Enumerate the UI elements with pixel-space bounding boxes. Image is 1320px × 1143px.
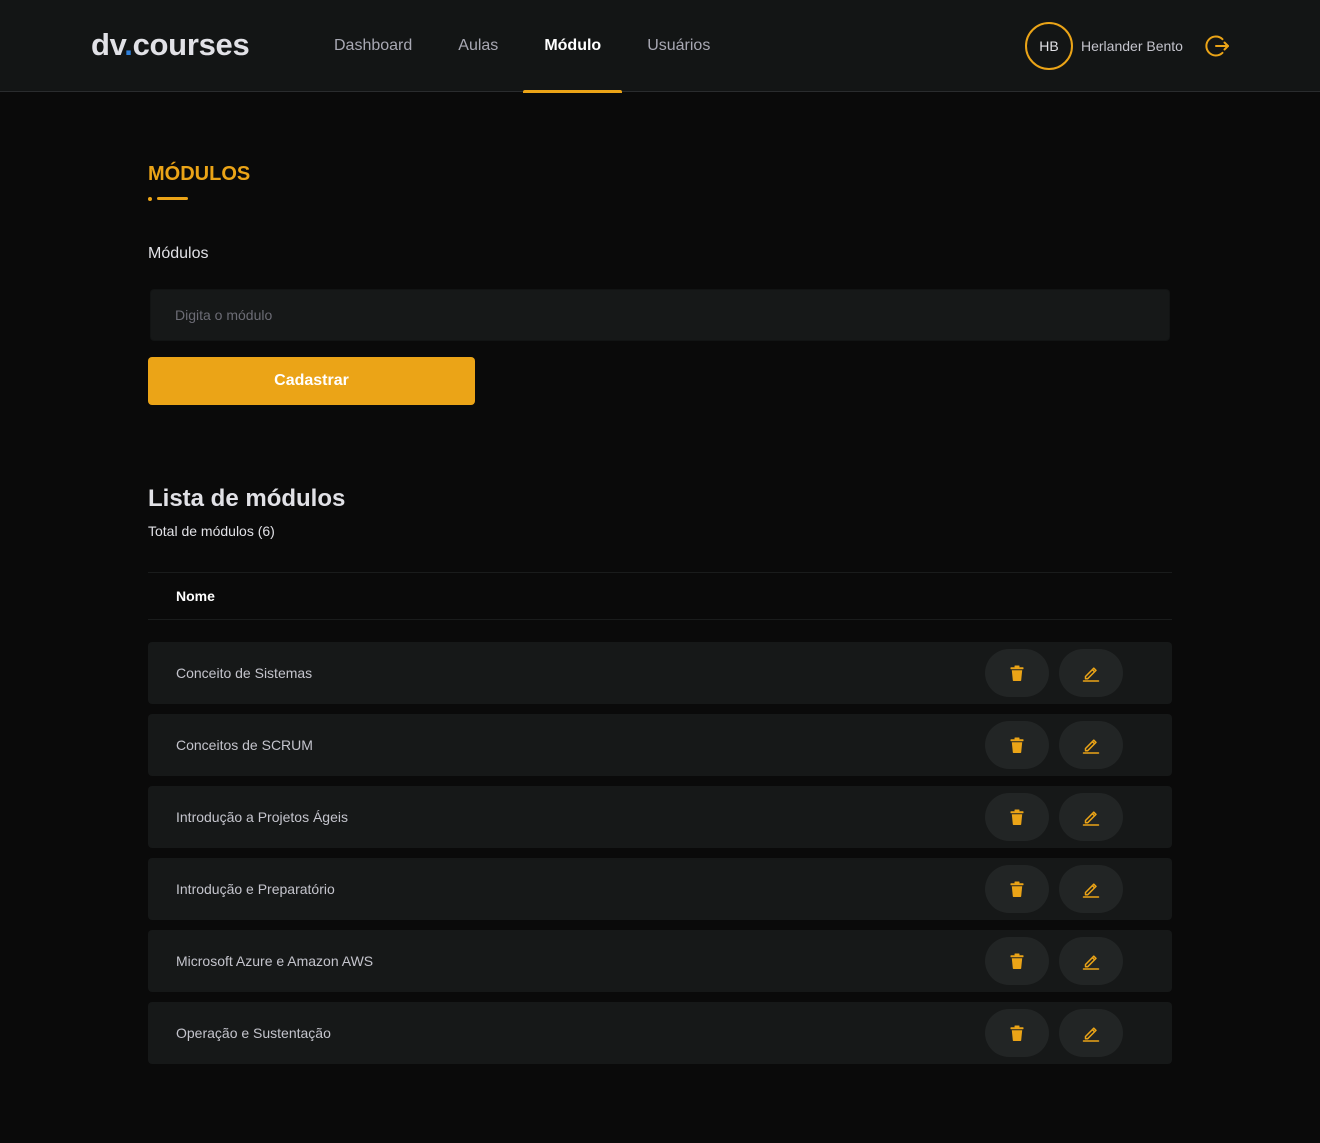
delete-button[interactable] — [985, 937, 1049, 985]
pencil-icon — [1082, 811, 1100, 826]
logo-suffix: courses — [132, 27, 250, 62]
delete-button[interactable] — [985, 1009, 1049, 1057]
nav-item-aulas[interactable]: Aulas — [435, 0, 521, 92]
delete-button[interactable] — [985, 793, 1049, 841]
nav-item-usuarios[interactable]: Usuários — [624, 0, 733, 92]
delete-button[interactable] — [985, 721, 1049, 769]
edit-button[interactable] — [1059, 721, 1123, 769]
table-row: Introdução e Preparatório — [148, 858, 1172, 920]
pencil-icon — [1082, 667, 1100, 682]
trash-icon — [1010, 1025, 1024, 1041]
list-count: Total de módulos (6) — [148, 523, 275, 539]
logo-dot: . — [124, 27, 133, 62]
nav-item-modulo[interactable]: Módulo — [521, 0, 624, 93]
logo-prefix: dv — [91, 27, 125, 62]
delete-button[interactable] — [985, 649, 1049, 697]
list-title: Lista de módulos — [148, 485, 346, 512]
table-row: Microsoft Azure e Amazon AWS — [148, 930, 1172, 992]
trash-icon — [1010, 881, 1024, 897]
pencil-icon — [1082, 883, 1100, 898]
pencil-icon — [1082, 955, 1100, 970]
module-input[interactable] — [150, 289, 1170, 341]
delete-button[interactable] — [985, 865, 1049, 913]
row-name: Operação e Sustentação — [176, 1025, 331, 1041]
column-header-name: Nome — [176, 588, 215, 604]
row-name: Conceito de Sistemas — [176, 665, 313, 681]
edit-button[interactable] — [1059, 865, 1123, 913]
table-row: Introdução a Projetos Ágeis — [148, 786, 1172, 848]
top-header: dv.courses Dashboard Aulas Módulo Usuári… — [0, 0, 1320, 93]
table-header: Nome — [148, 572, 1172, 620]
row-name: Conceitos de SCRUM — [176, 737, 313, 753]
pencil-icon — [1082, 739, 1100, 754]
logo[interactable]: dv.courses — [91, 27, 250, 63]
table-row: Conceitos de SCRUM — [148, 714, 1172, 776]
row-actions — [985, 793, 1123, 841]
trash-icon — [1010, 737, 1024, 753]
row-actions — [985, 1009, 1123, 1057]
row-actions — [985, 865, 1123, 913]
row-name: Introdução e Preparatório — [176, 881, 335, 897]
logout-icon — [1205, 35, 1229, 57]
module-field-label: Módulos — [148, 245, 209, 262]
edit-button[interactable] — [1059, 649, 1123, 697]
title-underline — [148, 197, 188, 201]
trash-icon — [1010, 665, 1024, 681]
table-row: Conceito de Sistemas — [148, 642, 1172, 704]
row-actions — [985, 937, 1123, 985]
trash-icon — [1010, 953, 1024, 969]
pencil-icon — [1082, 1027, 1100, 1042]
register-button[interactable]: Cadastrar — [148, 357, 475, 405]
table-row: Operação e Sustentação — [148, 1002, 1172, 1064]
row-name: Microsoft Azure e Amazon AWS — [176, 953, 374, 969]
row-actions — [985, 649, 1123, 697]
edit-button[interactable] — [1059, 793, 1123, 841]
avatar[interactable]: HB — [1025, 22, 1073, 70]
logout-button[interactable] — [1203, 32, 1231, 60]
main-nav: Dashboard Aulas Módulo Usuários — [311, 0, 733, 93]
nav-item-dashboard[interactable]: Dashboard — [311, 0, 435, 92]
trash-icon — [1010, 809, 1024, 825]
page-title: MÓDULOS — [148, 163, 251, 185]
edit-button[interactable] — [1059, 937, 1123, 985]
edit-button[interactable] — [1059, 1009, 1123, 1057]
user-name: Herlander Bento — [1081, 38, 1183, 54]
row-name: Introdução a Projetos Ágeis — [176, 809, 348, 825]
module-list: Conceito de Sistemas Conceitos de SCRUM … — [148, 642, 1172, 1074]
user-menu: HB Herlander Bento — [1025, 22, 1231, 70]
row-actions — [985, 721, 1123, 769]
